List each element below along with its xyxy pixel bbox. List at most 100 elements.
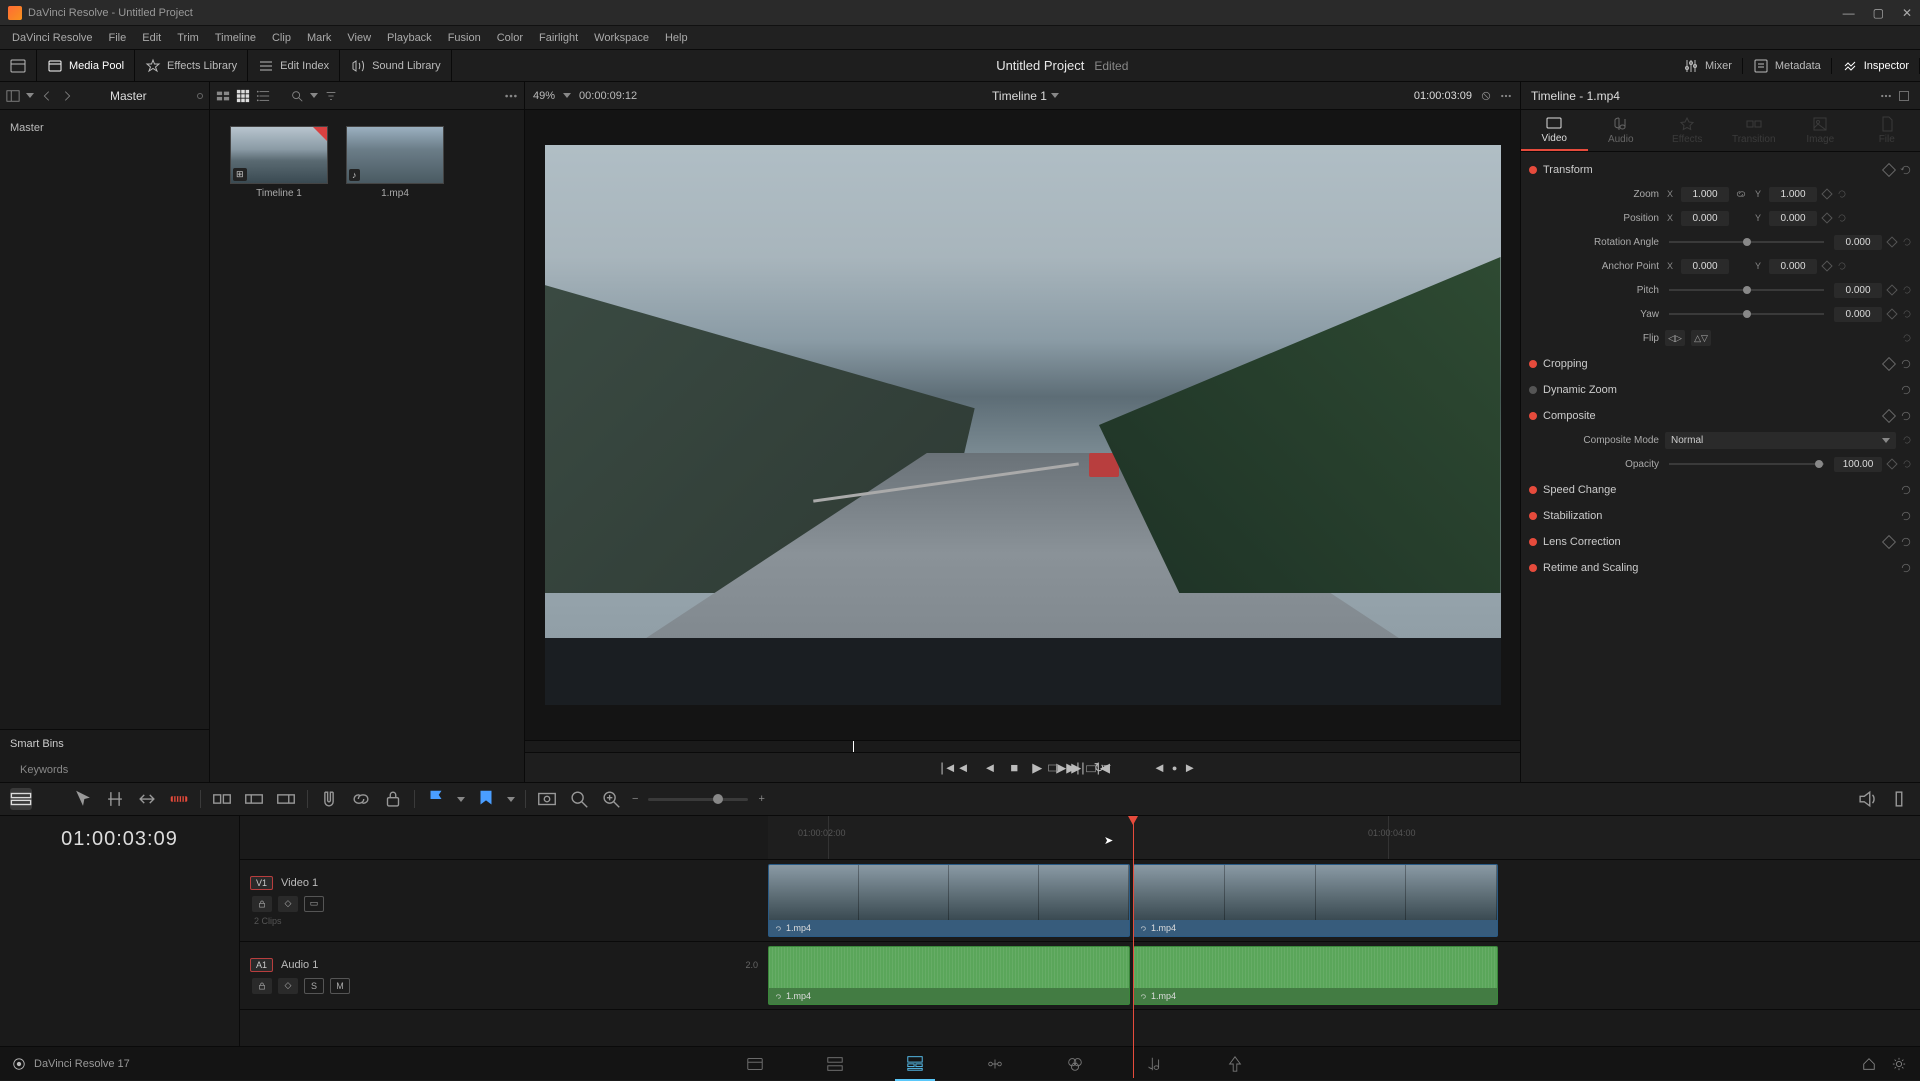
- selection-tool[interactable]: [72, 788, 94, 810]
- viewer-title-dropdown-icon[interactable]: [1051, 93, 1059, 98]
- section-retime[interactable]: Retime and Scaling: [1529, 556, 1912, 580]
- thumb-view-icon[interactable]: [236, 89, 250, 103]
- tab-effects[interactable]: Effects: [1654, 110, 1721, 151]
- rotation-reset-icon[interactable]: [1902, 237, 1912, 247]
- prev-edit-icon[interactable]: ◄: [1153, 760, 1166, 775]
- video-auto-select-button[interactable]: ◇: [278, 896, 298, 912]
- marker-nav-icon[interactable]: ●: [1172, 763, 1177, 773]
- nav-fwd-icon[interactable]: [60, 89, 74, 103]
- viewer-tc-right[interactable]: 01:00:03:09: [1414, 90, 1472, 102]
- video-preview[interactable]: [545, 145, 1501, 705]
- flag-dropdown-icon[interactable]: [457, 797, 465, 802]
- menu-trim[interactable]: Trim: [169, 32, 207, 44]
- stop-button[interactable]: ■: [1010, 760, 1018, 775]
- home-icon[interactable]: [1862, 1057, 1876, 1071]
- pitch-field[interactable]: 0.000: [1834, 283, 1882, 298]
- menu-fusion[interactable]: Fusion: [440, 32, 489, 44]
- audio-clip-1[interactable]: 1.mp4: [768, 946, 1130, 1005]
- marker-dropdown-icon[interactable]: [507, 797, 515, 802]
- speed-reset-icon[interactable]: [1900, 484, 1912, 496]
- viewer-scrubber[interactable]: [525, 740, 1520, 752]
- zoom-link-icon[interactable]: [1735, 188, 1747, 200]
- tab-transition[interactable]: Transition: [1721, 110, 1788, 151]
- sound-library-button[interactable]: Sound Library: [340, 50, 452, 81]
- inspector-button[interactable]: Inspector: [1832, 58, 1920, 74]
- page-fairlight[interactable]: [1135, 1047, 1175, 1081]
- video-track-header[interactable]: V1 Video 1 ◇ ▭ 2 Clips: [240, 860, 768, 942]
- match-frame-icon[interactable]: [1047, 762, 1059, 774]
- bin-breadcrumb[interactable]: Master: [80, 89, 191, 103]
- list-view-icon[interactable]: [256, 89, 270, 103]
- position-reset-icon[interactable]: [1837, 213, 1847, 223]
- zoom-reset-icon[interactable]: [1837, 189, 1847, 199]
- section-stabilization[interactable]: Stabilization: [1529, 504, 1912, 528]
- mixer-button[interactable]: Mixer: [1673, 58, 1743, 74]
- menu-playback[interactable]: Playback: [379, 32, 440, 44]
- pitch-keyframe-icon[interactable]: [1886, 284, 1897, 295]
- sort-icon[interactable]: [324, 89, 338, 103]
- cropping-keyframe-icon[interactable]: [1882, 357, 1896, 371]
- nav-back-icon[interactable]: [40, 89, 54, 103]
- tab-video[interactable]: Video: [1521, 110, 1588, 151]
- page-media[interactable]: [735, 1047, 775, 1081]
- zoom-x-field[interactable]: 1.000: [1681, 187, 1729, 202]
- timeline-zoom-slider[interactable]: [648, 798, 748, 801]
- menu-clip[interactable]: Clip: [264, 32, 299, 44]
- viewer-title[interactable]: Timeline 1: [992, 89, 1047, 103]
- flag-button[interactable]: [425, 788, 447, 810]
- lens-enable-dot[interactable]: [1529, 538, 1537, 546]
- composite-keyframe-icon[interactable]: [1882, 409, 1896, 423]
- link-button[interactable]: [350, 788, 372, 810]
- stab-enable-dot[interactable]: [1529, 512, 1537, 520]
- rotation-slider[interactable]: [1669, 241, 1824, 243]
- zoom-y-field[interactable]: 1.000: [1769, 187, 1817, 202]
- overwrite-clip-button[interactable]: [243, 788, 265, 810]
- anchor-reset-icon[interactable]: [1837, 261, 1847, 271]
- pool-options-icon[interactable]: [504, 89, 518, 103]
- opacity-keyframe-icon[interactable]: [1886, 458, 1897, 469]
- menu-file[interactable]: File: [101, 32, 135, 44]
- audio-lock-button[interactable]: [252, 978, 272, 994]
- composite-mode-dropdown[interactable]: Normal: [1665, 432, 1896, 449]
- out-point-icon[interactable]: ▶|: [1071, 760, 1084, 776]
- menu-mark[interactable]: Mark: [299, 32, 339, 44]
- anchor-x-field[interactable]: 0.000: [1681, 259, 1729, 274]
- scrubber-marker[interactable]: [853, 741, 854, 752]
- opacity-field[interactable]: 100.00: [1834, 457, 1882, 472]
- bin-view-icon[interactable]: [6, 89, 20, 103]
- maximize-button[interactable]: ▢: [1873, 6, 1884, 20]
- video-clip-2[interactable]: 1.mp4: [1133, 864, 1498, 937]
- tab-audio[interactable]: Audio: [1588, 110, 1655, 151]
- transform-reset-icon[interactable]: [1900, 164, 1912, 176]
- inspector-expand-icon[interactable]: [1898, 90, 1910, 102]
- smart-bin-keywords[interactable]: Keywords: [0, 758, 209, 782]
- viewer-options-icon[interactable]: [1500, 90, 1512, 102]
- video-disable-button[interactable]: ▭: [304, 896, 324, 912]
- audio-clip-2[interactable]: 1.mp4: [1133, 946, 1498, 1005]
- viewer-tc-left[interactable]: 00:00:09:12: [579, 90, 637, 102]
- zoom-out-button[interactable]: −: [632, 793, 638, 805]
- blade-tool[interactable]: [168, 788, 190, 810]
- composite-reset-icon[interactable]: [1900, 410, 1912, 422]
- yaw-field[interactable]: 0.000: [1834, 307, 1882, 322]
- rotation-field[interactable]: 0.000: [1834, 235, 1882, 250]
- audio-track-tag[interactable]: A1: [250, 958, 273, 972]
- dynamic-zoom-enable-dot[interactable]: [1529, 386, 1537, 394]
- marker-button[interactable]: [475, 788, 497, 810]
- menu-workspace[interactable]: Workspace: [586, 32, 657, 44]
- dim-icon[interactable]: [1888, 788, 1910, 810]
- menu-fairlight[interactable]: Fairlight: [531, 32, 586, 44]
- video-clip-1[interactable]: 1.mp4: [768, 864, 1130, 937]
- opacity-slider[interactable]: [1669, 463, 1824, 465]
- menu-davinci-resolve[interactable]: DaVinci Resolve: [4, 32, 101, 44]
- opacity-reset-icon[interactable]: [1902, 459, 1912, 469]
- metadata-view-icon[interactable]: [216, 89, 230, 103]
- play-button[interactable]: ▶: [1032, 760, 1042, 776]
- flip-h-button[interactable]: ◁▷: [1665, 330, 1685, 346]
- menu-timeline[interactable]: Timeline: [207, 32, 264, 44]
- composite-enable-dot[interactable]: [1529, 412, 1537, 420]
- inspector-options-icon[interactable]: [1880, 90, 1892, 102]
- tab-image[interactable]: Image: [1787, 110, 1854, 151]
- layout-button[interactable]: [0, 50, 37, 81]
- zoom-to-fit-icon[interactable]: [536, 788, 558, 810]
